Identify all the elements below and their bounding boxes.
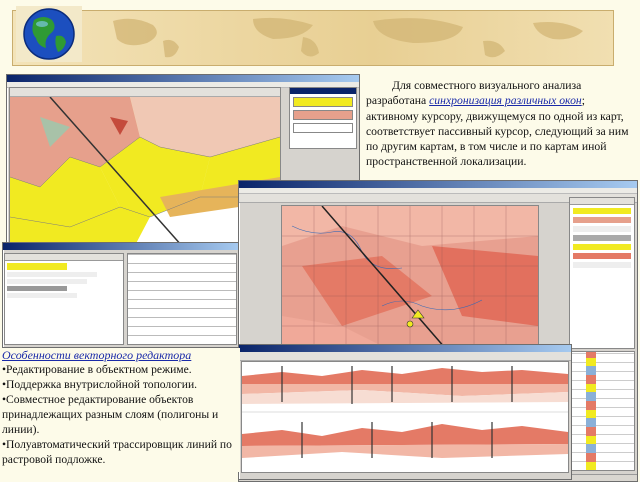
attribute-table-window[interactable] [2, 242, 240, 348]
map-toolbar[interactable] [10, 88, 280, 97]
world-map-banner [12, 10, 614, 66]
feature-item: •Совместное редактирование объектов прин… [2, 393, 219, 436]
records-grid[interactable] [127, 253, 237, 345]
globe-icon [16, 6, 82, 62]
cross-section-profile-window[interactable] [238, 344, 572, 480]
legend-grid[interactable] [569, 351, 635, 471]
layers-panel[interactable] [289, 87, 357, 149]
vector-editor-heading[interactable]: Особенности векторного редактора [2, 348, 240, 362]
profile-toolbar[interactable] [239, 352, 571, 361]
feature-item: •Редактирование в объектном режиме. [2, 363, 192, 376]
vector-editor-features: Особенности векторного редактора •Редакт… [2, 348, 240, 472]
layers-list-panel[interactable] [569, 197, 635, 349]
feature-item: •Поддержка внутрислойной топологии. [2, 378, 198, 391]
synchronization-link[interactable]: синхронизация различных окон [429, 94, 582, 107]
profile-panel[interactable] [241, 361, 569, 473]
table-panel[interactable] [4, 253, 124, 345]
synchronization-description: Для совместного визуального анализа разр… [366, 78, 634, 170]
raster-map-panel[interactable] [281, 205, 539, 357]
feature-item: •Полуавтоматический трассировщик линий п… [2, 438, 232, 466]
